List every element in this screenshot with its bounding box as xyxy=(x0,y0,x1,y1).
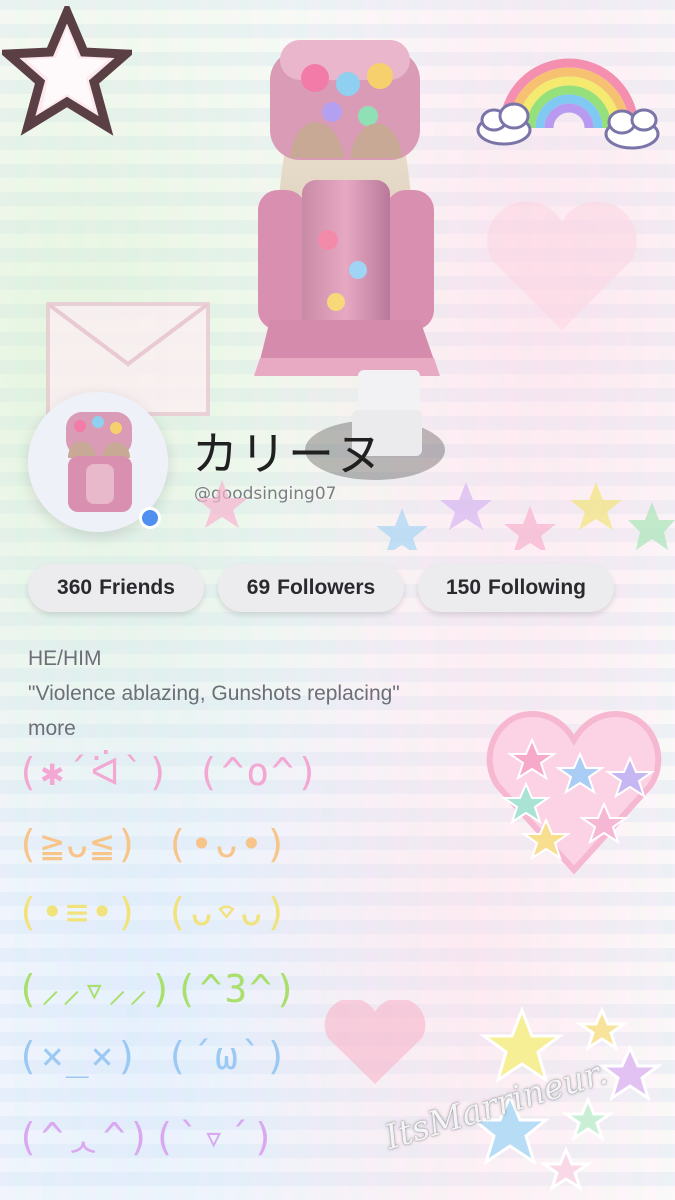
heart-decoration-icon xyxy=(487,201,637,330)
pixel-star-icon xyxy=(2,6,132,136)
friends-count: 360 xyxy=(57,576,93,599)
kaomoji-row-green: (⸝⸝▿⸝⸝)(^3^) xyxy=(16,967,300,1011)
bio-quote: "Violence ablazing, Gunshots replacing" xyxy=(28,682,400,705)
online-status-indicator xyxy=(139,507,161,529)
following-count: 150 xyxy=(445,576,482,599)
kaomoji-row-pink: (✱´ᐛ`) (^o^) xyxy=(16,750,321,794)
followers-count-button[interactable]: 69 Followers xyxy=(218,564,404,612)
friends-label: Friends xyxy=(99,576,175,599)
kaomoji-row-blue: (×_×) (´ω`) xyxy=(16,1034,290,1078)
rainbow-icon xyxy=(476,58,660,150)
kaomoji-row-yellow: (•≡•) (ᴗ⌔ᴗ) xyxy=(16,890,290,934)
following-label: Following xyxy=(488,576,587,599)
bio-pronouns: HE/HIM xyxy=(28,647,102,670)
star-row-decoration xyxy=(196,480,675,550)
friends-count-button[interactable]: 360 Friends xyxy=(28,564,204,612)
pink-heart-sticker-icon xyxy=(486,710,662,875)
following-count-button[interactable]: 150 Following xyxy=(418,564,614,612)
followers-label: Followers xyxy=(277,576,376,599)
kaomoji-row-orange: (≧ᴗ≦) (•ᴗ•) xyxy=(16,822,290,866)
heart-decoration-icon-small xyxy=(324,1000,426,1084)
bio-more-link[interactable]: more xyxy=(28,717,76,741)
followers-count: 69 xyxy=(246,576,271,599)
kaomoji-row-purple: (^ᆺ^)(`▿´) xyxy=(16,1115,277,1159)
